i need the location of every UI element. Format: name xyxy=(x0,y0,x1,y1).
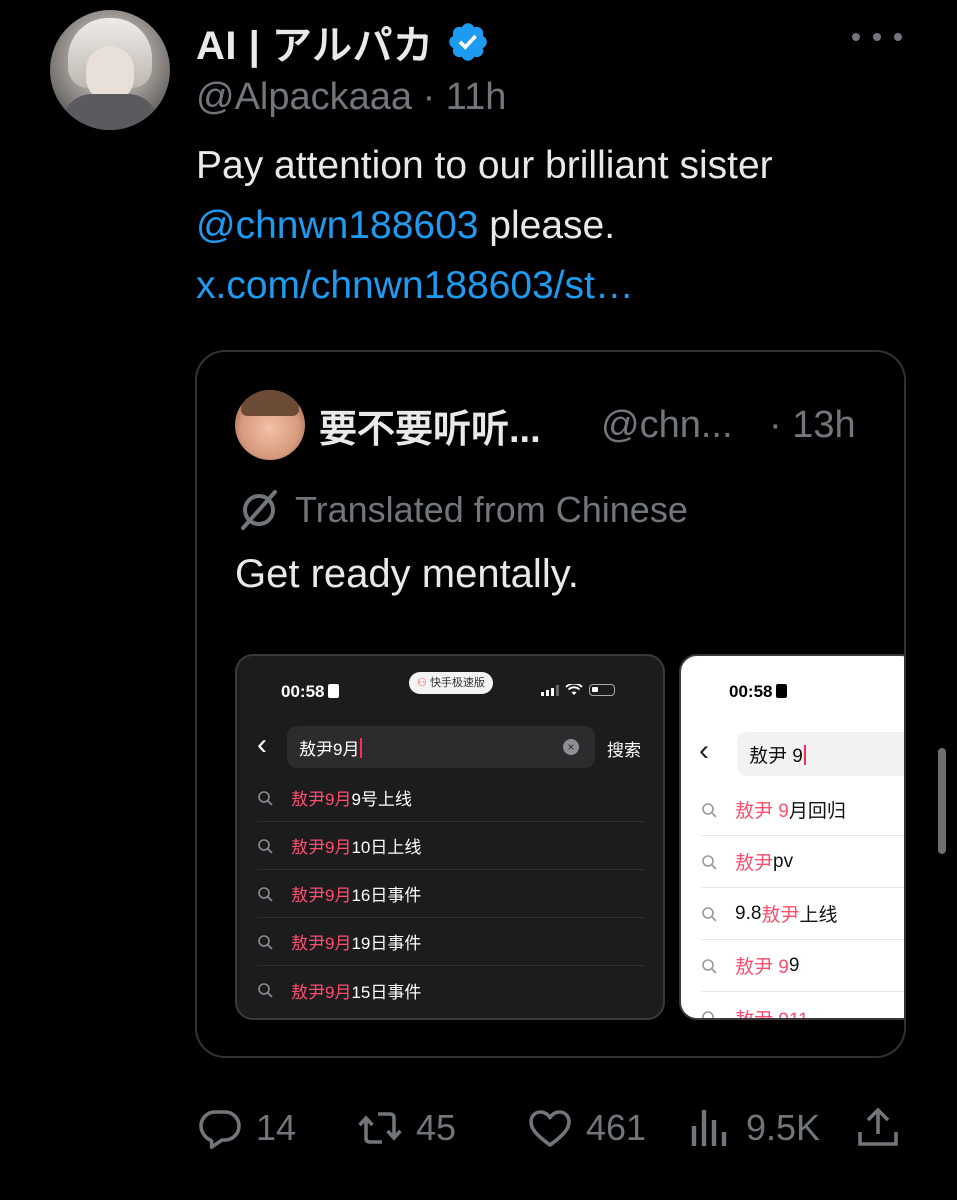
search-button[interactable]: 搜索 xyxy=(607,736,641,761)
status-time: 00:58 xyxy=(729,682,788,702)
search-input[interactable]: 敖尹9月 × xyxy=(287,726,595,768)
repost-icon xyxy=(358,1112,402,1144)
kuaishou-icon: ⚇ xyxy=(417,677,427,689)
wifi-icon xyxy=(565,684,583,695)
author-meta: @Alpackaaa · 11h xyxy=(196,76,507,118)
clear-icon[interactable]: × xyxy=(563,739,579,755)
search-icon xyxy=(258,838,273,854)
back-icon[interactable]: ‹ xyxy=(699,734,709,768)
signal-icon xyxy=(541,684,559,696)
quoted-author-name: 要不要听听... xyxy=(319,409,541,451)
app-pill: ⚇ 快手极速版 xyxy=(409,672,493,694)
search-icon xyxy=(702,958,717,974)
search-icon xyxy=(702,802,717,818)
status-icons xyxy=(541,684,615,696)
search-icon xyxy=(258,934,273,950)
suggestion-item[interactable]: 9.8 敖尹 上线 xyxy=(701,888,904,940)
mention-link[interactable]: @chnwn188603 xyxy=(196,204,478,247)
repost-count: 45 xyxy=(416,1107,457,1148)
suggestion-item[interactable]: 敖尹 911 xyxy=(701,992,904,1018)
tweet-url-link[interactable]: x.com/chnwn188603/st… xyxy=(196,264,634,307)
scrollbar[interactable] xyxy=(938,748,946,854)
reply-button[interactable]: 14 xyxy=(196,1104,296,1152)
like-icon xyxy=(529,1110,571,1147)
quoted-author-avatar[interactable] xyxy=(235,390,305,460)
like-button[interactable]: 461 xyxy=(526,1104,646,1152)
views-count: 9.5K xyxy=(746,1107,821,1148)
back-icon[interactable]: ‹ xyxy=(257,728,267,762)
suggestion-item[interactable]: 敖尹9月 19日事件 xyxy=(257,918,645,966)
tweet-text-prefix: Pay attention to our brilliant sister xyxy=(196,144,773,187)
tweet-text-suffix: please. xyxy=(478,204,616,247)
verified-badge-icon xyxy=(448,23,487,61)
quoted-author-handle: @chn... xyxy=(601,404,733,446)
search-icon xyxy=(702,854,717,870)
attached-image-1[interactable]: 00:58 ⚇ 快手极速版 ‹ 敖尹9月 × 搜索 敖尹9月 9号上线 敖尹9月 1… xyxy=(235,654,665,1020)
suggestion-item[interactable]: 敖尹 pv xyxy=(701,836,904,888)
tweet-text: Pay attention to our brilliant sister @c… xyxy=(196,136,916,316)
reply-count: 14 xyxy=(256,1107,297,1148)
search-icon xyxy=(258,886,273,902)
quoted-tweet[interactable]: 要不要听听... @chn... · 13h Translated from C… xyxy=(195,350,906,1058)
views-button[interactable]: 9.5K xyxy=(686,1104,820,1152)
search-icon xyxy=(702,1011,714,1018)
search-icon xyxy=(258,983,273,998)
search-icon xyxy=(258,790,273,806)
repost-button[interactable]: 45 xyxy=(356,1104,456,1152)
search-value: 敖尹 9 xyxy=(749,741,806,768)
author-avatar[interactable] xyxy=(50,10,170,130)
quoted-time: · 13h xyxy=(769,404,856,446)
suggestion-item[interactable]: 敖尹9月 15日事件 xyxy=(257,966,645,1014)
quoted-text: Get ready mentally. xyxy=(235,552,579,596)
suggestion-item[interactable]: 敖尹9月 10日上线 xyxy=(257,822,645,870)
suggestion-item[interactable]: 敖尹 9 月回归 xyxy=(701,784,904,836)
translate-icon xyxy=(241,490,277,530)
views-icon xyxy=(691,1110,727,1146)
battery-icon xyxy=(589,684,615,696)
translated-note[interactable]: Translated from Chinese xyxy=(235,486,688,534)
author-display-name[interactable]: AI | アルパカ xyxy=(196,13,434,71)
more-icon[interactable] xyxy=(852,22,902,52)
search-input[interactable]: 敖尹 9 xyxy=(737,732,904,776)
like-count: 461 xyxy=(586,1107,647,1148)
action-bar: 14 45 461 9.5K xyxy=(196,1096,906,1156)
translated-label: Translated from Chinese xyxy=(295,489,688,530)
search-value: 敖尹9月 xyxy=(299,735,363,760)
share-button[interactable] xyxy=(854,1104,902,1152)
suggestion-item[interactable]: 敖尹9月 16日事件 xyxy=(257,870,645,918)
search-icon xyxy=(702,906,717,922)
reply-icon xyxy=(199,1110,241,1149)
suggestion-item[interactable]: 敖尹 99 xyxy=(701,940,904,992)
attached-image-2[interactable]: 00:58 ‹ 敖尹 9 敖尹 9 月回归 敖尹 pv 9.8 敖尹 上线 敖尹 9… xyxy=(679,654,904,1020)
status-time: 00:58 xyxy=(281,682,340,702)
tweet-header: AI | アルパカ xyxy=(196,12,490,72)
share-icon xyxy=(858,1107,898,1146)
suggestion-item[interactable]: 敖尹9月 9号上线 xyxy=(257,774,645,822)
